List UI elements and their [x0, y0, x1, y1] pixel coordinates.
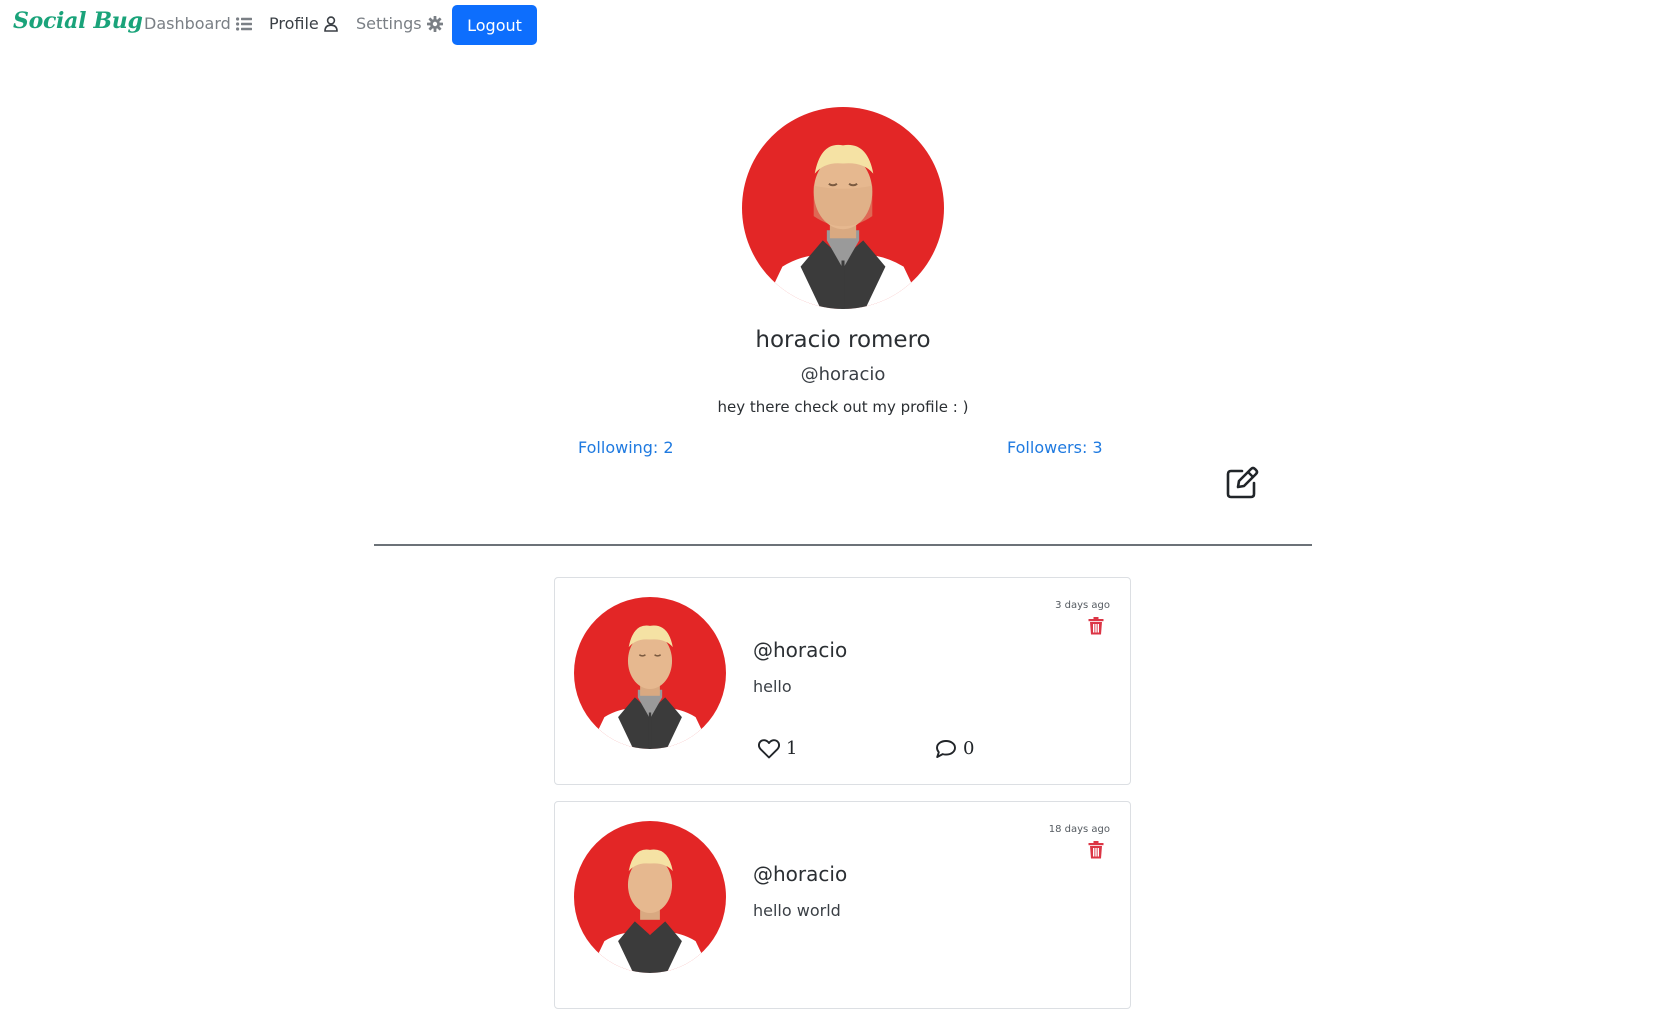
profile-handle: @horacio [800, 364, 886, 385]
brand-logo[interactable]: Social Bug [13, 8, 143, 34]
user-icon [323, 15, 338, 32]
post-avatar [574, 821, 726, 973]
profile-avatar [742, 107, 944, 309]
trash-icon[interactable] [1088, 617, 1104, 635]
profile-name: horacio romero [755, 327, 931, 353]
nav-dashboard-label: Dashboard [144, 14, 231, 33]
post-username[interactable]: @horacio [753, 862, 847, 886]
profile-bio: hey there check out my profile : ) [717, 398, 969, 416]
post-avatar [574, 597, 726, 749]
nav-profile[interactable]: Profile [269, 14, 338, 33]
post-card: 18 days ago @horacio hello world [554, 801, 1131, 1009]
list-icon [235, 16, 252, 31]
followers-link[interactable]: Followers: 3 [1007, 438, 1103, 457]
edit-icon[interactable] [1225, 466, 1259, 500]
nav-dashboard[interactable]: Dashboard [144, 14, 252, 33]
comment-button[interactable]: 0 [935, 738, 974, 759]
post-text: hello [753, 677, 792, 696]
post-timestamp: 3 days ago [1055, 600, 1110, 611]
comment-count: 0 [963, 738, 975, 759]
profile-divider [374, 544, 1312, 546]
like-count: 1 [786, 738, 798, 759]
trash-icon[interactable] [1088, 841, 1104, 859]
comment-icon [936, 739, 956, 758]
navbar: Social Bug Dashboard Profile Settings Lo… [0, 0, 1657, 48]
nav-profile-label: Profile [269, 14, 319, 33]
post-text: hello world [753, 901, 841, 920]
nav-settings-label: Settings [356, 14, 422, 33]
nav-settings[interactable]: Settings [356, 14, 443, 33]
logout-button[interactable]: Logout [452, 5, 537, 45]
like-button[interactable]: 1 [758, 738, 797, 759]
post-card: 3 days ago @horacio hello 1 0 [554, 577, 1131, 785]
following-link[interactable]: Following: 2 [578, 438, 674, 457]
post-timestamp: 18 days ago [1048, 824, 1110, 835]
gear-icon [426, 15, 443, 32]
post-username[interactable]: @horacio [753, 638, 847, 662]
heart-icon [758, 738, 780, 758]
